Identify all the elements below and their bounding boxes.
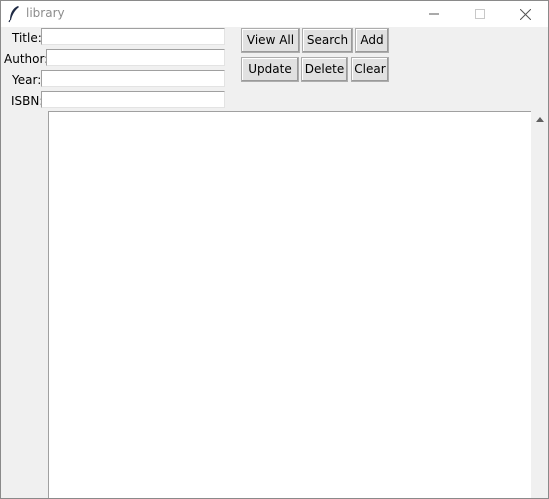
minimize-icon [429, 13, 439, 15]
listbox-scrollbar[interactable] [532, 111, 548, 498]
maximize-icon [475, 9, 485, 19]
title-bar[interactable]: library [1, 1, 548, 27]
isbn-input[interactable] [41, 91, 225, 108]
author-label: Author: [4, 52, 49, 66]
view-all-button[interactable]: View All [241, 28, 300, 53]
maximize-button[interactable] [457, 1, 503, 27]
delete-button[interactable]: Delete [301, 57, 348, 82]
update-button[interactable]: Update [241, 57, 299, 82]
close-icon [519, 8, 531, 20]
add-button[interactable]: Add [355, 28, 389, 53]
window-title: library [26, 6, 65, 20]
feather-icon [7, 5, 21, 23]
year-input[interactable] [41, 70, 225, 87]
library-window: library Title: Author: Year: ISBN: View … [0, 0, 549, 499]
results-listbox[interactable] [48, 111, 531, 498]
scroll-up-arrow-icon[interactable] [536, 117, 544, 122]
author-input[interactable] [46, 49, 225, 66]
isbn-label: ISBN: [11, 94, 44, 108]
title-input[interactable] [41, 28, 225, 45]
clear-button[interactable]: Clear [351, 57, 389, 82]
minimize-button[interactable] [411, 1, 457, 27]
year-label: Year: [12, 73, 42, 87]
search-button[interactable]: Search [302, 28, 353, 53]
close-button[interactable] [502, 1, 548, 27]
title-label: Title: [12, 31, 42, 45]
